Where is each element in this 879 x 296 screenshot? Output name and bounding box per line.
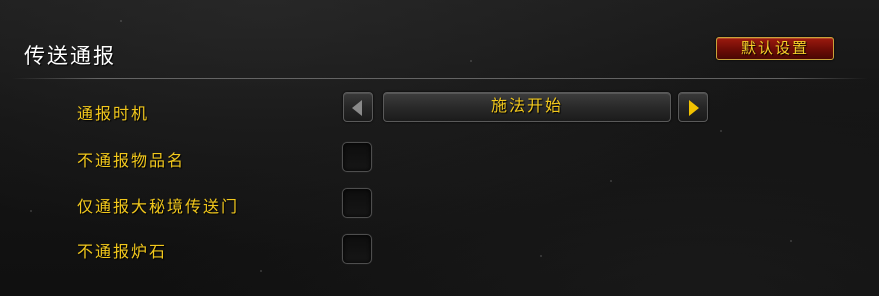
only-mythic-portal-checkbox[interactable]: [342, 188, 372, 218]
background-speck: [540, 255, 542, 257]
no-hearthstone-checkbox[interactable]: [342, 234, 372, 264]
background-speck: [790, 240, 792, 242]
background-speck: [610, 180, 612, 182]
background-speck: [720, 130, 722, 132]
no-item-name-checkbox[interactable]: [342, 142, 372, 172]
left-arrow-icon: [352, 100, 362, 116]
background-speck: [30, 210, 32, 212]
panel-title: 传送通报: [24, 44, 116, 68]
background-speck: [120, 20, 122, 22]
title-divider: [12, 78, 868, 79]
only-mythic-portal-label: 仅通报大秘境传送门: [77, 197, 240, 216]
announce-timing-dropdown[interactable]: 施法开始: [383, 92, 671, 122]
announce-timing-label: 通报时机: [77, 104, 150, 123]
no-hearthstone-label: 不通报炉石: [77, 242, 168, 261]
next-option-button[interactable]: [678, 92, 708, 122]
background-speck: [470, 60, 472, 62]
background-speck: [260, 270, 262, 272]
defaults-button[interactable]: 默认设置: [716, 37, 834, 60]
right-arrow-icon: [689, 100, 699, 116]
no-item-name-label: 不通报物品名: [77, 151, 186, 170]
prev-option-button[interactable]: [343, 92, 373, 122]
